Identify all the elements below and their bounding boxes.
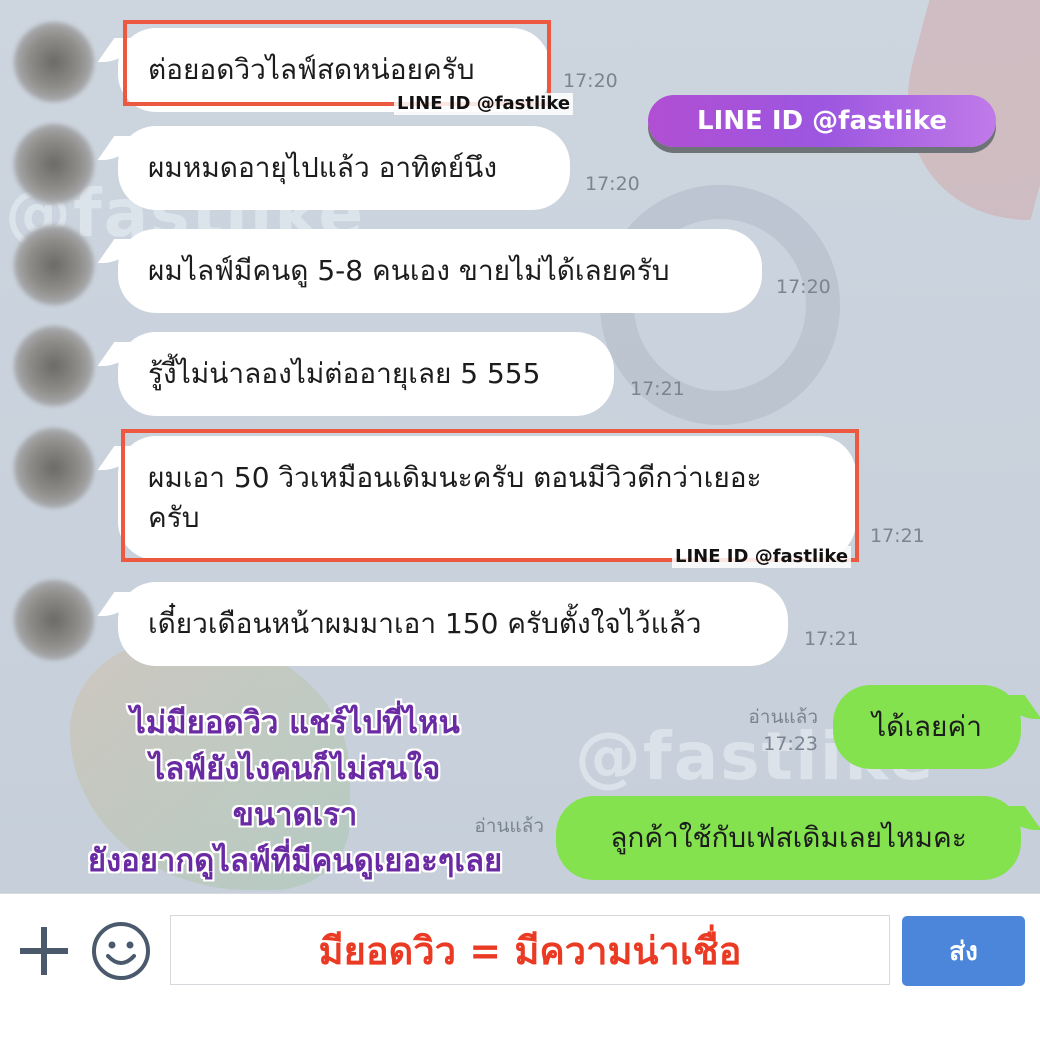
message-time: 17:20 [563, 70, 618, 92]
read-label: อ่านแล้ว [748, 706, 818, 728]
message-bubble[interactable]: ผมหมดอายุไปแล้ว อาทิตย์นึง [118, 126, 570, 210]
message-text: เดี๋ยวเดือนหน้าผมมาเอา 150 ครับตั้งใจไว้… [148, 607, 702, 640]
smile-icon[interactable] [90, 920, 152, 982]
own-message-bubble[interactable]: ได้เลยค่า [833, 685, 1021, 769]
message-time: 17:21 [630, 378, 685, 400]
message-text: ผมไลฟ์มีคนดู 5-8 คนเอง ขายไม่ได้เลยครับ [148, 254, 670, 287]
own-message-bubble[interactable]: ลูกค้าใช้กับเฟสเดิมเลยไหมคะ [556, 796, 1021, 880]
message-text: ได้เลยค่า [872, 710, 982, 743]
message-time: 17:20 [776, 276, 831, 298]
caption-line: ขนาดเรา [232, 797, 358, 833]
send-button[interactable]: ส่ง [902, 916, 1025, 986]
message-text: รู้งี้ไม่น่าลองไม่ต่ออายุเลย 5 555 [148, 357, 541, 390]
avatar[interactable] [14, 225, 94, 305]
line-id-pill: LINE ID @fastlike [648, 95, 996, 147]
avatar[interactable] [14, 124, 94, 204]
caption-line: ไลฟ์ยังไงคนก็ไม่สนใจ [149, 751, 441, 787]
message-text: ลูกค้าใช้กับเฟสเดิมเลยไหมคะ [610, 821, 967, 854]
message-bubble[interactable]: ผมไลฟ์มีคนดู 5-8 คนเอง ขายไม่ได้เลยครับ [118, 229, 762, 313]
message-input-value: มียอดวิว = มีความน่าเชื่อ [318, 928, 742, 973]
avatar[interactable] [14, 580, 94, 660]
read-receipt: อ่านแล้ว 17:23 [730, 704, 818, 758]
avatar[interactable] [14, 22, 94, 102]
caption-line: ไม่มียอดวิว แชร์ไปที่ไหน [130, 705, 460, 741]
message-input[interactable]: มียอดวิว = มีความน่าเชื่อ [170, 915, 890, 985]
avatar[interactable] [14, 326, 94, 406]
promo-caption: ไม่มียอดวิว แชร์ไปที่ไหน ไลฟ์ยังไงคนก็ไม… [40, 700, 550, 884]
message-bubble[interactable]: เดี๋ยวเดือนหน้าผมมาเอา 150 ครับตั้งใจไว้… [118, 582, 788, 666]
avatar[interactable] [14, 428, 94, 508]
message-text: ผมหมดอายุไปแล้ว อาทิตย์นึง [148, 151, 497, 184]
message-time: 17:21 [870, 525, 925, 547]
chat-area[interactable]: @fastlike @fastlike ต่อยอดวิวไลฟ์สดหน่อย… [0, 0, 1040, 893]
message-time: 17:23 [763, 733, 818, 755]
message-bubble[interactable]: รู้งี้ไม่น่าลองไม่ต่ออายุเลย 5 555 [118, 332, 614, 416]
plus-icon[interactable] [18, 925, 70, 977]
message-time: 17:20 [585, 173, 640, 195]
caption-line: ยังอยากดูไลฟ์ที่มีคนดูเยอะๆเลย [87, 843, 503, 879]
line-id-tag: LINE ID @fastlike [394, 93, 574, 115]
line-id-tag: LINE ID @fastlike [672, 546, 852, 568]
message-time: 17:21 [804, 628, 859, 650]
highlight-box [121, 429, 859, 562]
